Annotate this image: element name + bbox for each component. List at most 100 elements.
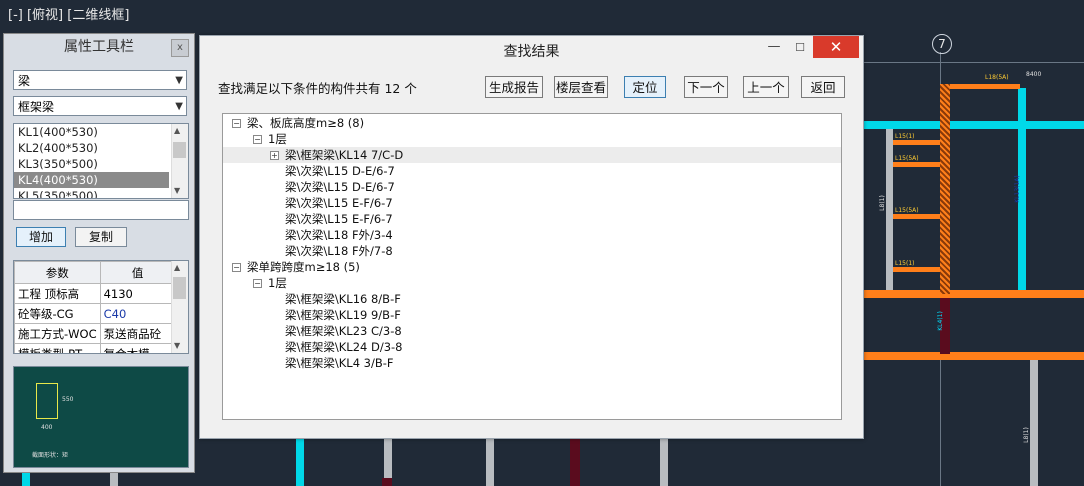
- param-value[interactable]: 泵送商品砼: [99, 323, 176, 344]
- tree-item[interactable]: 梁\次梁\L15 D-E/6-7: [285, 179, 395, 195]
- tree-item[interactable]: 梁\次梁\L15 E-F/6-7: [285, 211, 393, 227]
- tree-item[interactable]: 梁\框架梁\KL19 9/B-F: [285, 307, 401, 323]
- beam-maroon: [570, 437, 580, 486]
- table-row[interactable]: 砼等级-CG C40: [14, 303, 176, 324]
- copy-button[interactable]: 复制: [75, 227, 127, 247]
- beam-grey: [1030, 360, 1038, 486]
- tree-group-2[interactable]: 梁单跨跨度m≥18 (5): [247, 259, 360, 275]
- scroll-thumb[interactable]: [173, 142, 186, 158]
- beam-label: L15(5A): [895, 155, 919, 162]
- section-caption: 截面形状：矩: [32, 452, 69, 459]
- list-item-selected[interactable]: KL4(400*530): [14, 172, 169, 188]
- search-result-dialog: 查找结果 — ☐ ✕ 查找满足以下条件的构件共有 12 个 生成报告 楼层查看 …: [199, 35, 864, 439]
- section-dim-height: 550: [62, 396, 74, 403]
- tree-item[interactable]: 梁\框架梁\KL14 7/C-D: [285, 147, 403, 163]
- maximize-icon[interactable]: ☐: [792, 41, 808, 57]
- section-shape: [36, 383, 58, 419]
- back-button[interactable]: 返回: [801, 76, 845, 98]
- tree-item[interactable]: 梁\次梁\L18 F外/7-8: [285, 243, 393, 259]
- beam-orange-main: [862, 290, 1084, 298]
- list-item[interactable]: KL2(400*530): [14, 140, 188, 156]
- beam-grey: [486, 437, 494, 486]
- collapse-icon[interactable]: −: [253, 279, 262, 288]
- dimension-line: [862, 62, 1084, 63]
- table-row[interactable]: 工程 顶标高 4130: [14, 283, 176, 304]
- section-dim-width: 400: [41, 424, 53, 431]
- name-field[interactable]: [13, 200, 189, 220]
- grid-header: 值: [99, 261, 176, 284]
- axis-bubble: 7: [932, 34, 952, 54]
- chevron-down-icon: ▼: [175, 75, 183, 86]
- tree-item[interactable]: 梁\次梁\L15 D-E/6-7: [285, 163, 395, 179]
- tree-item[interactable]: 梁\框架梁\KL24 D/3-8: [285, 339, 403, 355]
- param-value[interactable]: 4130: [99, 283, 176, 304]
- scroll-up-icon: ▲: [174, 263, 181, 272]
- beam-orange: [893, 214, 945, 219]
- beam-orange: [893, 267, 945, 272]
- grid-scrollbar[interactable]: ▲ ▼: [171, 261, 188, 353]
- beam-cyan-h: [862, 121, 1084, 129]
- tree-item[interactable]: 梁\框架梁\KL16 8/B-F: [285, 291, 401, 307]
- tree-floor[interactable]: 1层: [268, 131, 287, 147]
- grid-header: 参数: [14, 261, 101, 284]
- property-grid[interactable]: 参数 值 工程 顶标高 4130 砼等级-CG C40 施工方式-WOC 泵送商…: [13, 260, 189, 354]
- beam-list[interactable]: KL1(400*530) KL2(400*530) KL3(350*500) K…: [13, 123, 189, 199]
- add-button[interactable]: 增加: [16, 227, 66, 247]
- beam-label: L8(1): [1022, 427, 1030, 443]
- beam-label: KL4(1): [936, 311, 944, 331]
- expand-icon[interactable]: +: [270, 151, 279, 160]
- tree-item[interactable]: 梁\框架梁\KL23 C/3-8: [285, 323, 402, 339]
- beam-label: L15(5A): [895, 207, 919, 214]
- result-tree[interactable]: − 梁、板底高度m≥8 (8) − 1层 + 梁\框架梁\KL14 7/C-D …: [222, 113, 842, 420]
- scroll-down-icon: ▼: [174, 341, 181, 350]
- beam-label: L15(1): [895, 260, 915, 267]
- list-item[interactable]: KL3(350*500): [14, 156, 188, 172]
- beam-orange: [893, 162, 945, 167]
- generate-report-button[interactable]: 生成报告: [485, 76, 543, 98]
- panel-title: 属性工具栏: [64, 39, 134, 55]
- beam-highlighted: [940, 84, 950, 294]
- param-name: 砼等级-CG: [14, 303, 101, 324]
- subtype-select[interactable]: 框架梁 ▼: [13, 96, 187, 116]
- list-item[interactable]: KL5(350*500): [14, 188, 188, 198]
- tree-item[interactable]: 梁\次梁\L18 F外/3-4: [285, 227, 393, 243]
- beam-orange-main: [862, 352, 1084, 360]
- minimize-icon[interactable]: —: [766, 40, 782, 56]
- scroll-thumb[interactable]: [173, 277, 186, 299]
- collapse-icon[interactable]: −: [253, 135, 262, 144]
- beam-orange: [893, 140, 945, 145]
- prev-button[interactable]: 上一个: [743, 76, 789, 98]
- next-button[interactable]: 下一个: [684, 76, 728, 98]
- collapse-icon[interactable]: −: [232, 263, 241, 272]
- scroll-up-icon: ▲: [174, 126, 181, 135]
- viewport-label[interactable]: [-] [俯视] [二维线框]: [8, 4, 129, 23]
- beam-grey: [886, 129, 893, 290]
- param-value[interactable]: C40: [99, 303, 176, 324]
- type-select[interactable]: 梁 ▼: [13, 70, 187, 90]
- tree-item[interactable]: 梁\次梁\L15 E-F/6-7: [285, 195, 393, 211]
- close-icon[interactable]: ✕: [813, 36, 859, 58]
- beam-label: KL13(1A): [1013, 175, 1021, 203]
- param-name: 施工方式-WOC: [14, 323, 101, 344]
- floor-view-button[interactable]: 楼层查看: [554, 76, 608, 98]
- property-panel: 属性工具栏 x 梁 ▼ 框架梁 ▼ KL1(400*530) KL2(400*5…: [3, 33, 195, 473]
- table-row[interactable]: 施工方式-WOC 泵送商品砼: [14, 323, 176, 344]
- collapse-icon[interactable]: −: [232, 119, 241, 128]
- list-item[interactable]: KL1(400*530): [14, 124, 188, 140]
- beam-orange: [946, 84, 1020, 89]
- tree-floor[interactable]: 1层: [268, 275, 287, 291]
- beam-label: L8(1): [878, 195, 886, 211]
- tree-group-1[interactable]: 梁、板底高度m≥8 (8): [247, 115, 364, 131]
- section-preview: 550 400 截面形状：矩: [13, 366, 189, 468]
- dialog-title: 查找结果: [503, 44, 560, 60]
- panel-close-button[interactable]: x: [171, 39, 189, 57]
- tree-item[interactable]: 梁\框架梁\KL4 3/B-F: [285, 355, 394, 371]
- locate-button[interactable]: 定位: [624, 76, 666, 98]
- subtype-select-value: 框架梁: [18, 100, 55, 114]
- param-value[interactable]: 复合木模: [99, 343, 176, 353]
- list-scrollbar[interactable]: ▲ ▼: [171, 124, 188, 198]
- dimension-text: 8400: [1026, 71, 1042, 78]
- scroll-down-icon: ▼: [174, 186, 181, 195]
- beam-label: L15(1): [895, 133, 915, 140]
- table-row[interactable]: 模板类型-PT 复合木模: [14, 343, 176, 353]
